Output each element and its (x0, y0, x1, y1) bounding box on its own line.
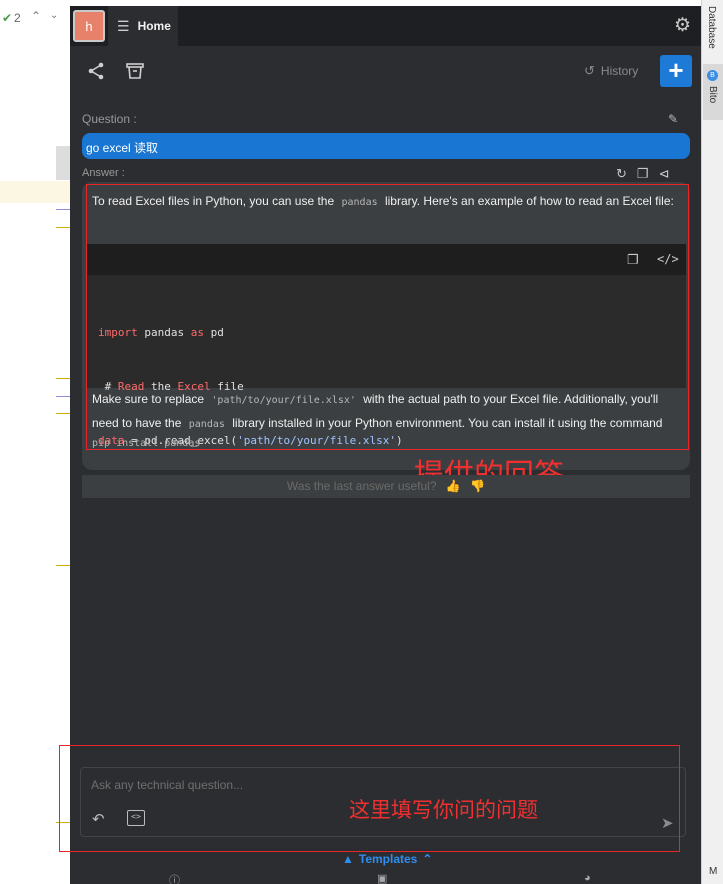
answer-bubble: To read Excel files in Python, you can u… (82, 182, 690, 470)
code-block: ❐ </> import pandas as pd # Read the Exc… (87, 244, 686, 447)
answer-outro: Make sure to replace 'path/to/your/file.… (92, 388, 682, 436)
question-bubble: go excel 读取 (82, 133, 690, 159)
code-context-icon[interactable]: <> (127, 810, 145, 826)
feedback-text: Was the last answer useful? (286, 479, 437, 493)
question-input[interactable] (91, 778, 591, 792)
gutter-marker (56, 209, 70, 210)
code-line: import pandas as pd (98, 326, 224, 339)
highlighted-line (0, 181, 70, 203)
answer-outro-text-3: library installed in your Python environ… (232, 416, 663, 430)
avatar[interactable]: h (73, 10, 105, 42)
history-button[interactable]: ↺ History (584, 63, 638, 79)
tab-home-label: Home (137, 19, 171, 33)
answer-outro-text: Make sure to replace (92, 392, 205, 406)
answer-intro-text-2: library. Here's an example of how to rea… (384, 194, 674, 208)
templates-label: Templates (358, 852, 418, 866)
share-icon[interactable]: ⊲ (659, 166, 670, 182)
inline-code: 'path/to/your/file.xlsx' (211, 395, 356, 406)
gear-icon[interactable]: ⚙ (674, 16, 691, 36)
trash-icon[interactable] (126, 62, 144, 80)
gutter-marker (56, 822, 70, 823)
gutter-marker (56, 227, 70, 228)
history-icon: ↺ (584, 63, 595, 78)
m-tool-tab[interactable]: M (709, 866, 717, 877)
pencil-icon[interactable]: ✎ (668, 112, 678, 126)
answer-label: Answer : (82, 167, 125, 179)
assistant-panel: h ☰ Home ⚙ ↺ History + Question : ✎ go e… (59, 6, 701, 884)
help-icon[interactable]: ⓘ (169, 872, 180, 884)
inspection-widget[interactable]: ✔ 2 ⌃ ⌄ (0, 9, 70, 29)
inline-code: pandas (341, 197, 378, 208)
database-tool-tab[interactable]: Database (706, 6, 717, 49)
templates-icon: ▲ (342, 852, 354, 866)
question-label: Question : (82, 112, 137, 126)
thumbs-up-icon[interactable]: 👍 (446, 479, 461, 493)
send-icon[interactable]: ➤ (661, 814, 674, 832)
answer-intro-text: To read Excel files in Python, you can u… (92, 194, 335, 208)
chevron-up-icon: ⌃ (422, 852, 433, 866)
copy-icon[interactable]: ❐ (637, 166, 649, 182)
gutter-marker (56, 378, 70, 379)
inline-code: pandas (188, 419, 225, 430)
templates-toggle[interactable]: ▲ Templates ⌃ (342, 852, 432, 866)
chevron-down-icon[interactable]: ⌄ (50, 10, 58, 21)
annotation-input-note: 这里填写你问的问题 (349, 799, 538, 822)
right-tool-strip: Database B Bito M (701, 0, 723, 884)
code-block-header: ❐ </> (87, 244, 686, 275)
add-icon[interactable]: ▣ (377, 872, 387, 884)
bito-tool-tab[interactable]: B Bito (703, 64, 723, 120)
tab-home[interactable]: ☰ Home (108, 6, 178, 46)
answer-toolbar: ↻ ❐ ⊲ (616, 166, 669, 182)
share-icon[interactable] (87, 62, 105, 80)
editor-gutter: ✔ 2 ⌃ ⌄ (0, 0, 70, 884)
bito-icon: B (707, 70, 718, 81)
gutter-block (56, 146, 70, 180)
menu-icon: ☰ (117, 17, 130, 34)
answer-intro: To read Excel files in Python, you can u… (92, 190, 682, 214)
thumbs-down-icon[interactable]: 👎 (470, 479, 485, 493)
speed-icon[interactable]: ◕ (584, 872, 591, 884)
new-chat-button[interactable]: + (660, 55, 692, 87)
bito-tab-label: Bito (707, 86, 718, 104)
chevron-up-icon[interactable]: ⌃ (31, 9, 41, 23)
feedback-bar: Was the last answer useful? 👍 👎 (82, 475, 690, 498)
bottom-toolbar: ⓘ ▣ ◕ (70, 872, 701, 884)
inline-code-pip: pip install pandas (92, 438, 201, 449)
screen-root: ✔ 2 ⌃ ⌄ h ☰ Home ⚙ ↺ History + Question … (0, 0, 723, 884)
regenerate-icon[interactable]: ↻ (616, 166, 627, 182)
code-embed-icon[interactable]: </> (657, 252, 679, 266)
gutter-marker (56, 565, 70, 566)
undo-icon[interactable]: ↶ (92, 810, 105, 828)
inspection-count: 2 (14, 11, 21, 25)
check-icon: ✔ (2, 11, 13, 25)
top-bar: h ☰ Home ⚙ (70, 6, 701, 46)
gutter-marker (56, 396, 70, 397)
history-label: History (600, 64, 639, 78)
gutter-marker (56, 413, 70, 414)
copy-code-icon[interactable]: ❐ (627, 252, 639, 268)
